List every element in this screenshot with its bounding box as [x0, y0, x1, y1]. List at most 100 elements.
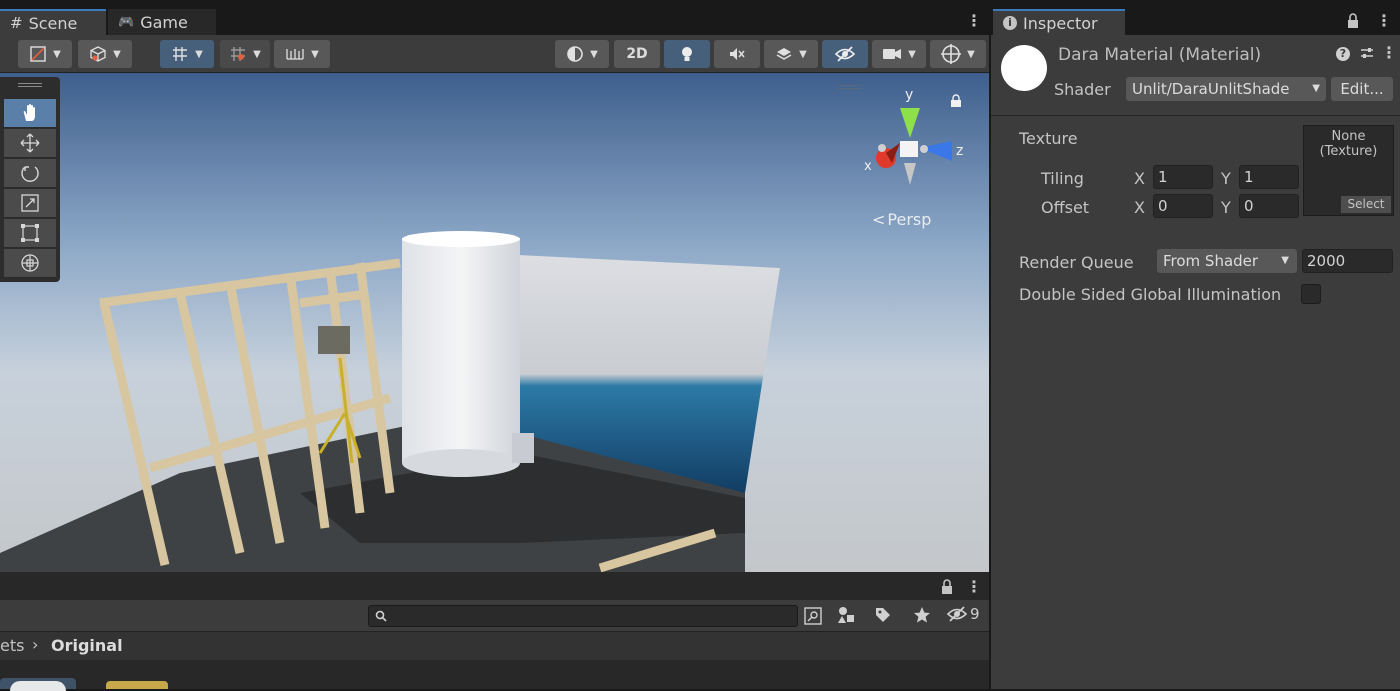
- gizmo-drag-handle[interactable]: [838, 85, 862, 89]
- gizmo-axis-y: y: [905, 87, 914, 103]
- material-title: Dara Material (Material): [1058, 45, 1262, 65]
- filter-by-type-icon[interactable]: [836, 605, 856, 629]
- chevron-left-icon: <: [872, 210, 886, 229]
- scene-toolbar: ▼ ▼ ▼ ▼ ▼ ▼ 2D ▼ ▼ ▼: [0, 35, 989, 73]
- breadcrumb-separator-icon: ›: [32, 635, 39, 654]
- scene-visibility-button[interactable]: [822, 40, 868, 68]
- chevron-down-icon: ▼: [195, 48, 203, 60]
- scene-viewport[interactable]: y x z < Persp: [0, 73, 989, 572]
- texture-select-button[interactable]: Select: [1341, 196, 1391, 213]
- offset-x-field[interactable]: 0: [1153, 194, 1213, 218]
- audio-button[interactable]: [714, 40, 760, 68]
- dsgi-checkbox[interactable]: [1301, 284, 1321, 304]
- hidden-packages-count: 9: [970, 605, 980, 623]
- grid-snap-button[interactable]: ▼: [160, 40, 214, 68]
- favorites-star-icon[interactable]: [912, 605, 932, 629]
- toggle-2d-button[interactable]: 2D: [614, 40, 660, 68]
- render-paths-button[interactable]: ▼: [78, 40, 132, 68]
- hidden-packages-toggle[interactable]: 9: [946, 605, 980, 623]
- texture-slot[interactable]: None (Texture) Select: [1303, 125, 1394, 216]
- transform-tool-button[interactable]: [4, 249, 56, 278]
- search-icon: [375, 610, 387, 622]
- rect-tool-button[interactable]: [4, 219, 56, 248]
- material-preview-sphere: [1001, 45, 1047, 91]
- draw-mode-button[interactable]: ▼: [18, 40, 72, 68]
- inspector-panel: Dara Material (Material) ? ⋮ Shader Unli…: [991, 35, 1400, 689]
- gizmos-button[interactable]: ▼: [930, 40, 986, 68]
- chevron-down-icon: ▼: [967, 48, 975, 60]
- ruler-button[interactable]: ▼: [274, 40, 330, 68]
- edit-shader-button[interactable]: Edit...: [1331, 77, 1393, 101]
- orientation-gizmo[interactable]: y x z: [860, 87, 970, 193]
- help-icon[interactable]: ?: [1336, 47, 1350, 61]
- tiling-y-field[interactable]: 1: [1239, 165, 1299, 189]
- texture-type-label: (Texture): [1319, 144, 1378, 159]
- breadcrumb-parent[interactable]: ets: [0, 636, 24, 655]
- shading-button[interactable]: ▼: [555, 40, 609, 68]
- render-queue-field[interactable]: 2000: [1302, 249, 1393, 273]
- gamepad-icon: 🎮: [118, 14, 135, 30]
- rotate-tool-button[interactable]: [4, 159, 56, 188]
- lock-icon[interactable]: [1346, 13, 1360, 33]
- grid-snap-icon: [173, 47, 188, 61]
- rect-transform-icon: [21, 224, 39, 242]
- offset-x-label: X: [1134, 198, 1145, 217]
- top-strip: [0, 0, 1400, 9]
- scale-icon: [21, 194, 39, 212]
- tab-inspector-label: Inspector: [1023, 13, 1098, 33]
- tab-inspector[interactable]: i Inspector: [993, 9, 1125, 35]
- offset-y-field[interactable]: 0: [1239, 194, 1299, 218]
- folder-icon[interactable]: [106, 681, 168, 689]
- transform-icon: [21, 254, 39, 272]
- gizmo-axis-z: z: [956, 143, 964, 159]
- lighting-button[interactable]: [664, 40, 710, 68]
- chevron-down-icon: ▼: [590, 48, 598, 60]
- render-queue-mode: From Shader: [1163, 252, 1259, 270]
- shader-value: Unlit/DaraUnlitShade: [1132, 80, 1290, 98]
- asset-thumbnail-selected[interactable]: [0, 678, 76, 691]
- grid-hash-icon: #: [10, 14, 23, 32]
- shader-dropdown[interactable]: Unlit/DaraUnlitShade ▼: [1126, 77, 1326, 101]
- eye-slash-icon: [946, 606, 968, 622]
- gizmo-globe-icon: [941, 44, 962, 64]
- filter-by-label-icon[interactable]: [874, 606, 892, 628]
- effects-button[interactable]: ▼: [764, 40, 818, 68]
- tiling-y-label: Y: [1221, 169, 1231, 188]
- camera-button[interactable]: ▼: [872, 40, 926, 68]
- chevron-down-icon: ▼: [113, 48, 121, 60]
- search-by-type-icon[interactable]: [803, 606, 823, 630]
- chevron-down-icon: ▼: [311, 48, 319, 60]
- tab-game[interactable]: 🎮 Game: [108, 9, 216, 35]
- move-tool-button[interactable]: [4, 129, 56, 158]
- scene-render: [0, 73, 989, 572]
- texture-label: Texture: [1019, 129, 1078, 148]
- hand-tool-button[interactable]: [4, 99, 56, 128]
- ruler-icon: [286, 49, 304, 60]
- projection-label: Persp: [887, 210, 932, 229]
- scale-tool-button[interactable]: [4, 189, 56, 218]
- offset-label: Offset: [1041, 198, 1090, 217]
- texture-none-label: None: [1331, 129, 1366, 144]
- snap-increment-icon: [231, 47, 246, 61]
- tools-drag-handle[interactable]: [18, 83, 42, 87]
- tab-scene[interactable]: # Scene: [0, 9, 106, 35]
- render-queue-dropdown[interactable]: From Shader ▼: [1157, 249, 1297, 273]
- scene-tab-bar: # Scene 🎮 Game ⋮: [0, 9, 989, 35]
- tools-overlay: [0, 77, 60, 282]
- breadcrumb: ets › Original: [0, 632, 989, 660]
- tab-scene-label: Scene: [28, 13, 78, 33]
- scene-more-icon[interactable]: ⋮: [966, 13, 982, 29]
- increment-snap-button[interactable]: ▼: [220, 40, 270, 68]
- eye-slash-icon: [834, 46, 856, 62]
- inspector-more-icon[interactable]: ⋮: [1376, 13, 1392, 29]
- projection-toggle[interactable]: < Persp: [872, 210, 931, 229]
- project-more-icon[interactable]: ⋮: [966, 579, 982, 595]
- presets-sliders-icon[interactable]: [1359, 45, 1375, 65]
- breadcrumb-current[interactable]: Original: [51, 636, 123, 655]
- project-lock-icon[interactable]: [940, 579, 954, 599]
- project-search-input[interactable]: [368, 605, 798, 627]
- tiling-x-field[interactable]: 1: [1153, 165, 1213, 189]
- material-more-icon[interactable]: ⋮: [1381, 45, 1397, 61]
- move-arrows-icon: [20, 133, 40, 153]
- rotate-icon: [21, 166, 39, 182]
